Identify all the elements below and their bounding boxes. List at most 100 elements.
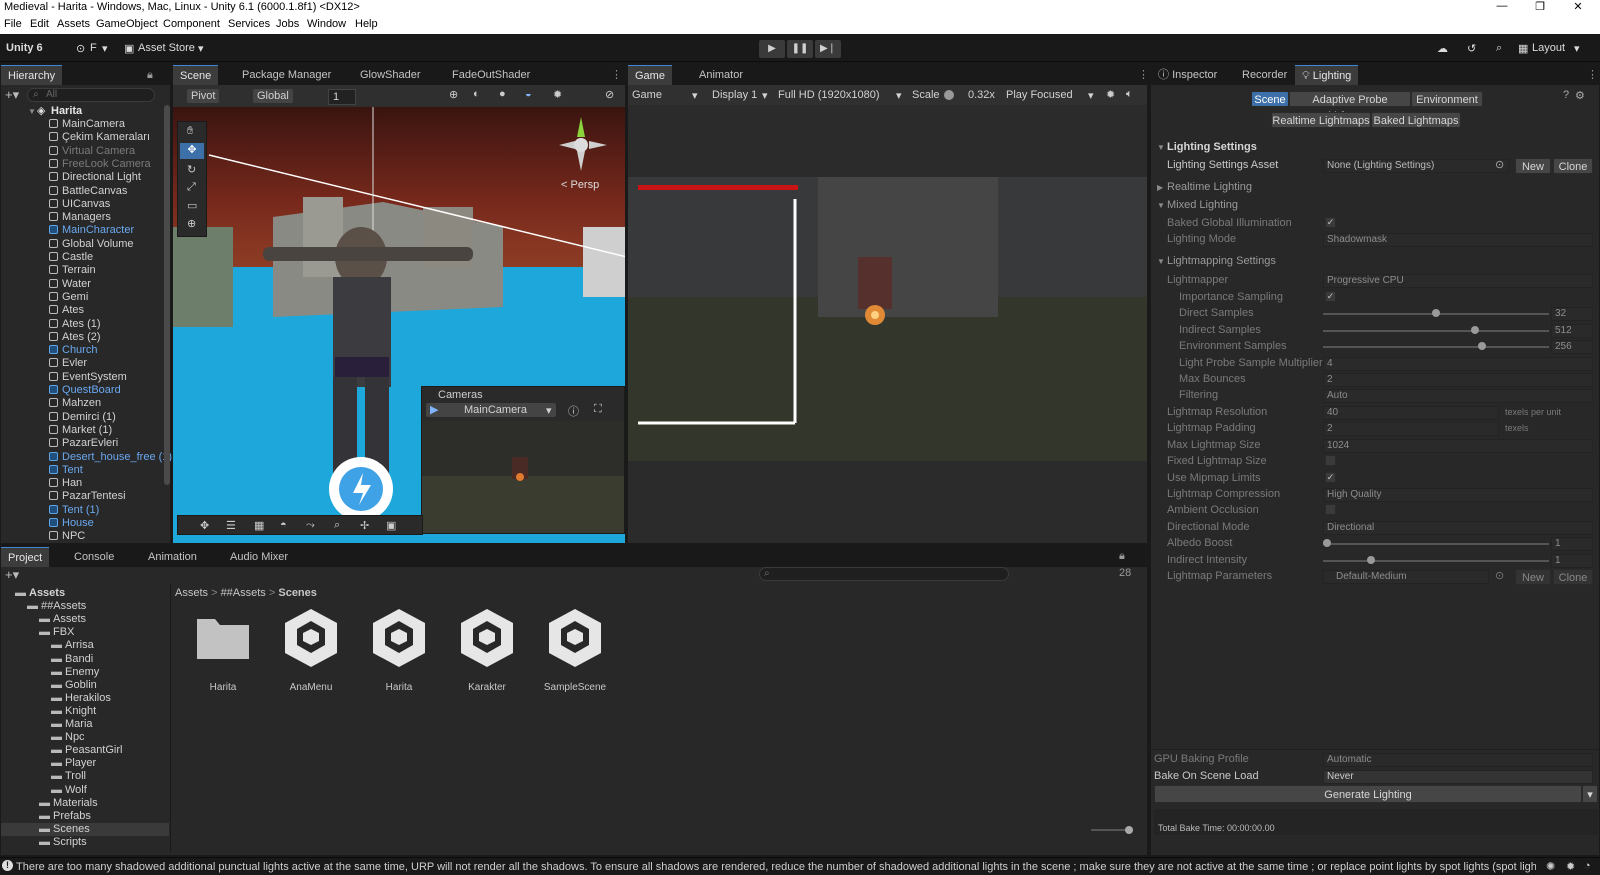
subtab-realtime-lightmaps[interactable]: Realtime Lightmaps (1271, 112, 1371, 128)
indirect-samples-slider[interactable] (1323, 326, 1549, 334)
object-picker-icon[interactable]: ⊙ (1495, 570, 1504, 583)
project-tree-item[interactable]: ▬ Scenes (1, 822, 169, 836)
bake-on-scene-load-dropdown[interactable]: Never (1323, 770, 1593, 784)
hierarchy-item[interactable]: BattleCanvas (1, 185, 170, 198)
hierarchy-scrollbar[interactable] (164, 105, 170, 485)
menu-file[interactable]: File (4, 18, 22, 30)
directional-mode-dropdown[interactable]: Directional (1323, 521, 1593, 535)
capture-icon[interactable]: ▣ (386, 519, 396, 532)
hierarchy-item[interactable]: Market (1) (1, 424, 170, 437)
project-tree-item[interactable]: ▬ FBX (1, 626, 169, 639)
move-tool-icon[interactable]: ✥ (180, 143, 204, 159)
hierarchy-item[interactable]: EventSystem (1, 371, 170, 384)
hidden-objects-icon[interactable]: ⊘ (605, 88, 614, 101)
indirect-intensity-field[interactable]: 1 (1551, 554, 1593, 568)
lock-icon[interactable]: 🔒︎ (1119, 550, 1125, 563)
global-dropdown[interactable]: Global (253, 89, 293, 103)
info-icon[interactable]: ⓘ (568, 403, 579, 419)
hierarchy-item[interactable]: QuestBoard (1, 384, 170, 397)
menu-gameobject[interactable]: GameObject (96, 18, 158, 30)
add-icon[interactable]: +▾ (5, 567, 19, 583)
pause-button[interactable]: ❚❚ (787, 40, 813, 58)
layout-dropdown[interactable]: Layout (1532, 42, 1565, 54)
environment-samples-field[interactable]: 256 (1551, 340, 1593, 354)
tab-package-manager[interactable]: Package Manager (235, 65, 338, 85)
albedo-boost-slider[interactable] (1323, 539, 1549, 547)
hierarchy-item[interactable]: Directional Light (1, 171, 170, 184)
hierarchy-item[interactable]: Mahzen (1, 397, 170, 410)
project-tree-item[interactable]: ▬ Npc (1, 731, 169, 744)
scale-slider[interactable] (944, 90, 954, 100)
hierarchy-item[interactable]: Desert_house_free (1) (1, 451, 172, 464)
hierarchy-item[interactable]: Terrain (1, 264, 170, 277)
account-button[interactable]: F (90, 42, 97, 54)
folder-asset[interactable]: Harita (183, 605, 263, 693)
display-dropdown[interactable]: Display 1 (712, 89, 757, 101)
scene-asset[interactable]: Karakter (447, 605, 527, 693)
lightmapper-dropdown[interactable]: Progressive CPU (1323, 274, 1593, 288)
hierarchy-item[interactable]: Demirci (1) (1, 411, 170, 424)
play-button[interactable]: ▶ (759, 40, 785, 58)
project-tree-item[interactable]: ▬ Assets (1, 613, 169, 626)
game-mode-dropdown[interactable]: Game (632, 89, 662, 101)
lighting-toggle-icon[interactable]: ◒ (525, 88, 532, 100)
albedo-boost-field[interactable]: 1 (1551, 537, 1593, 551)
menu-services[interactable]: Services (228, 18, 270, 30)
transform-tool-icon[interactable]: ⊕ (187, 217, 196, 230)
subtab-baked-lightmaps[interactable]: Baked Lightmaps (1371, 112, 1461, 128)
resolution-dropdown[interactable]: Full HD (1920x1080) (778, 89, 880, 101)
direct-samples-field[interactable]: 32 (1551, 307, 1593, 321)
project-tree-item[interactable]: ▬ Goblin (1, 679, 169, 692)
hierarchy-item[interactable]: Tent (1, 464, 170, 477)
tab-audio-mixer[interactable]: Audio Mixer (223, 547, 295, 567)
max-bounces-field[interactable]: 2 (1323, 373, 1593, 387)
move-icon[interactable]: ✥ (200, 519, 209, 532)
path-icon[interactable]: ⤳ (306, 519, 315, 532)
new-button[interactable]: New (1515, 158, 1551, 174)
fixed-lightmap-size-checkbox[interactable] (1325, 455, 1336, 466)
section-lighting-settings[interactable]: Lighting Settings (1167, 141, 1257, 154)
hierarchy-item[interactable]: Ates (2) (1, 331, 170, 344)
hierarchy-item[interactable]: NPC (1, 530, 170, 543)
hierarchy-item[interactable]: MainCharacter (1, 224, 170, 237)
section-lightmapping-settings[interactable]: Lightmapping Settings (1167, 255, 1276, 268)
grid-snap-icon[interactable]: ▦ (254, 519, 264, 532)
chevron-down-icon[interactable]: ▾ (1582, 785, 1598, 803)
indirect-intensity-slider[interactable] (1323, 556, 1549, 564)
hierarchy-item[interactable]: PazarTentesi (1, 490, 170, 503)
hierarchy-item[interactable]: Castle (1, 251, 170, 264)
project-tree-item[interactable]: ▬ Materials (1, 797, 169, 810)
minimize-icon[interactable]: — (1486, 0, 1518, 12)
clone-button[interactable]: Clone (1553, 158, 1593, 174)
subtab-scene[interactable]: Scene (1251, 91, 1289, 107)
play-focus-dropdown[interactable]: Play Focused (1006, 89, 1073, 101)
direct-samples-slider[interactable] (1323, 309, 1549, 317)
audio-icon[interactable]: 🔈︎ (1126, 88, 1133, 101)
tab-scene[interactable]: Scene (173, 65, 219, 85)
environment-samples-slider[interactable] (1323, 342, 1549, 350)
project-tree-item[interactable]: ▬ Knight (1, 705, 169, 718)
hierarchy-item[interactable]: Tent (1) (1, 504, 170, 517)
wireframe-icon[interactable]: ◐ (473, 88, 480, 100)
gizmo-icon[interactable]: ⊕ (449, 88, 458, 101)
baked-gi-checkbox[interactable]: ✓ (1325, 217, 1336, 228)
generate-lighting-button[interactable]: Generate Lighting (1154, 785, 1582, 803)
frame-icon[interactable]: ⛶ (594, 403, 602, 416)
more-icon[interactable]: ⋮ (1587, 68, 1598, 81)
surface-snap-icon[interactable]: ◓ (280, 519, 287, 531)
tab-project[interactable]: Project (1, 547, 50, 567)
menu-window[interactable]: Window (307, 18, 346, 30)
tab-recorder[interactable]: Recorder (1235, 65, 1294, 85)
lighting-settings-asset-field[interactable]: None (Lighting Settings) (1323, 159, 1509, 173)
hierarchy-item[interactable]: FreeLook Camera (1, 158, 170, 171)
zoom-icon[interactable]: ⌕ (334, 519, 340, 532)
max-lightmap-size-dropdown[interactable]: 1024 (1323, 439, 1593, 453)
add-icon[interactable]: +▾ (5, 87, 19, 103)
params-clone-button[interactable]: Clone (1553, 569, 1593, 585)
breadcrumb-hashassets[interactable]: ##Assets (221, 587, 266, 599)
hierarchy-item[interactable]: Water (1, 278, 170, 291)
lightmap-compression-dropdown[interactable]: High Quality (1323, 488, 1593, 502)
hierarchy-item[interactable]: Church (1, 344, 170, 357)
project-tree-item[interactable]: ▬ Herakilos (1, 692, 169, 705)
history-icon[interactable]: ↺ (1467, 42, 1476, 55)
